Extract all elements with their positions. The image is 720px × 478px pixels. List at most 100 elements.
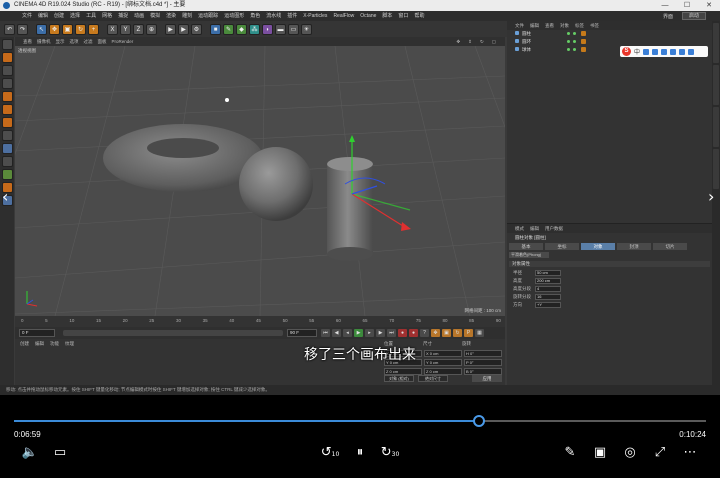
key-pla-button[interactable]: ▦ [475, 329, 484, 337]
phong-tag-icon[interactable] [581, 31, 586, 36]
make-editable-icon[interactable] [1, 39, 13, 50]
object-menu-item-4[interactable]: 标签 [575, 21, 584, 30]
object-row-cylinder[interactable]: 圆柱 [507, 30, 712, 38]
pen-spline-icon[interactable]: ✎ [223, 23, 234, 35]
object-menu-item-1[interactable]: 编辑 [530, 21, 539, 30]
more-options-icon[interactable]: ⋯ [680, 445, 700, 460]
minimize-button[interactable]: — [654, 0, 676, 11]
attribute-tab-2[interactable]: 对象 [581, 243, 615, 250]
menu-item-21[interactable]: 帮助 [414, 11, 424, 21]
viewport-menu-item-2[interactable]: 显示 [56, 37, 65, 46]
move-tool-icon[interactable]: ✥ [49, 23, 60, 35]
phong-tab[interactable]: 平滑着色(Phong) [509, 252, 549, 258]
attribute-menu-item-0[interactable]: 模式 [515, 224, 524, 233]
attribute-menu-item-1[interactable]: 编辑 [530, 224, 539, 233]
object-menu-item-2[interactable]: 查看 [545, 21, 554, 30]
perspective-viewport[interactable]: 透视视图 网格间距 : 100 cm [15, 46, 505, 316]
side-tab-structure[interactable] [713, 107, 719, 147]
recent-tool-icon[interactable]: + [88, 23, 99, 35]
attribute-menu-item-2[interactable]: 用户数据 [545, 224, 563, 233]
sphere-object[interactable] [239, 147, 313, 221]
z-axis-lock-icon[interactable]: Z [133, 23, 144, 35]
ime-voice-icon[interactable] [661, 48, 668, 55]
key-rotation-button[interactable]: ↻ [453, 329, 462, 337]
prev-frame-button[interactable]: ◂ [343, 329, 352, 337]
go-end-button[interactable]: ⏭ [387, 329, 396, 337]
attribute-tab-0[interactable]: 基本 [509, 243, 543, 250]
camera-icon[interactable]: ▭ [288, 23, 299, 35]
floor-icon[interactable]: ▬ [275, 23, 286, 35]
menu-item-19[interactable]: 脚本 [382, 11, 392, 21]
apply-button[interactable]: 应用 [472, 375, 502, 382]
object-menu-item-5[interactable]: 书签 [590, 21, 599, 30]
live-selection-icon[interactable]: ↖ [36, 23, 47, 35]
side-tab-objects[interactable] [713, 23, 719, 63]
material-menu-item-1[interactable]: 编辑 [35, 341, 44, 347]
maximize-button[interactable]: ☐ [676, 0, 698, 11]
workplane-mode-icon[interactable] [1, 78, 13, 89]
menu-item-0[interactable]: 文件 [22, 11, 32, 21]
mini-view-icon[interactable]: ▣ [590, 445, 610, 460]
menu-item-17[interactable]: RealFlow [333, 11, 354, 21]
phong-tag-icon[interactable] [581, 47, 586, 52]
viewport-menu-item-5[interactable]: 面板 [98, 37, 107, 46]
viewport-menu-item-6[interactable]: ProRender [112, 37, 134, 46]
close-button[interactable]: ✕ [698, 0, 720, 11]
next-arrow-icon[interactable]: › [708, 187, 714, 206]
menu-item-5[interactable]: 网格 [102, 11, 112, 21]
viewport-rotate-icon[interactable]: ↻ [480, 37, 484, 46]
subtitles-icon[interactable]: ▭ [50, 445, 70, 460]
ime-emoji-icon[interactable] [652, 48, 659, 55]
size-z-field[interactable]: Z 0 cm [424, 368, 462, 375]
menu-item-4[interactable]: 工具 [86, 11, 96, 21]
viewport-menu-item-3[interactable]: 选项 [70, 37, 79, 46]
menu-item-8[interactable]: 模拟 [150, 11, 160, 21]
property-value-field[interactable]: +Y [535, 302, 561, 308]
ime-chinese-icon[interactable]: 中 [634, 47, 640, 56]
menu-item-16[interactable]: X-Particles [303, 11, 327, 21]
attribute-tab-4[interactable]: 切片 [653, 243, 687, 250]
seek-thumb[interactable] [473, 415, 486, 427]
ime-keyboard-icon[interactable] [670, 48, 677, 55]
light-icon[interactable]: ☀ [301, 23, 312, 35]
side-tab-layers[interactable] [713, 149, 719, 189]
subdivision-icon[interactable]: ◆ [236, 23, 247, 35]
viewport-move-icon[interactable]: ✥ [456, 37, 460, 46]
cylinder-object[interactable] [327, 157, 373, 261]
tweak-mode-icon[interactable] [1, 143, 13, 154]
edit-pen-icon[interactable]: ✎ [560, 445, 580, 460]
deformer-icon[interactable]: ◗ [262, 23, 273, 35]
skip-forward-button[interactable]: ↻30 [380, 445, 400, 460]
object-menu-item-3[interactable]: 对象 [560, 21, 569, 30]
pause-button[interactable]: ⏸ [350, 445, 370, 460]
preview-range-slider[interactable] [63, 330, 283, 336]
coord-mode-select[interactable]: 对象 (相对) [384, 375, 414, 382]
next-frame-button[interactable]: ▸ [365, 329, 374, 337]
prev-key-button[interactable]: ◀ [332, 329, 341, 337]
rotate-tool-icon[interactable]: ↻ [75, 23, 86, 35]
material-menu-item-0[interactable]: 创建 [20, 341, 29, 347]
viewport-menu-item-0[interactable]: 查看 [23, 37, 32, 46]
sogou-ime-toolbar[interactable]: S 中 [620, 46, 708, 57]
sculpt-icon[interactable] [1, 169, 13, 180]
timeline-ruler[interactable]: 0 5 10 15 20 25 30 35 40 45 50 55 60 65 70 75 80 85 90 [15, 316, 505, 327]
array-icon[interactable]: ⁂ [249, 23, 260, 35]
material-menu-item-3[interactable]: 纹理 [65, 341, 74, 347]
render-view-icon[interactable]: ▶ [165, 23, 176, 35]
viewport-zoom-icon[interactable]: ⇕ [468, 37, 472, 46]
cube-icon[interactable]: ■ [210, 23, 221, 35]
layout-select[interactable]: 启动 [681, 12, 706, 20]
redo-icon[interactable]: ↷ [17, 23, 28, 35]
menu-item-13[interactable]: 角色 [250, 11, 260, 21]
keyframe-selection-button[interactable]: ? [420, 329, 429, 337]
record-button[interactable]: ● [398, 329, 407, 337]
undo-icon[interactable]: ↶ [4, 23, 15, 35]
previous-arrow-icon[interactable]: ‹ [2, 187, 8, 206]
fullscreen-icon[interactable]: ⤢ [650, 445, 670, 460]
object-row-torus[interactable]: 圆环 [507, 38, 712, 46]
viewport-toggle-icon[interactable]: ▢ [492, 37, 496, 46]
go-start-button[interactable]: ⏮ [321, 329, 330, 337]
key-param-button[interactable]: P [464, 329, 473, 337]
menu-item-20[interactable]: 窗口 [398, 11, 408, 21]
object-menu-item-0[interactable]: 文件 [515, 21, 524, 30]
